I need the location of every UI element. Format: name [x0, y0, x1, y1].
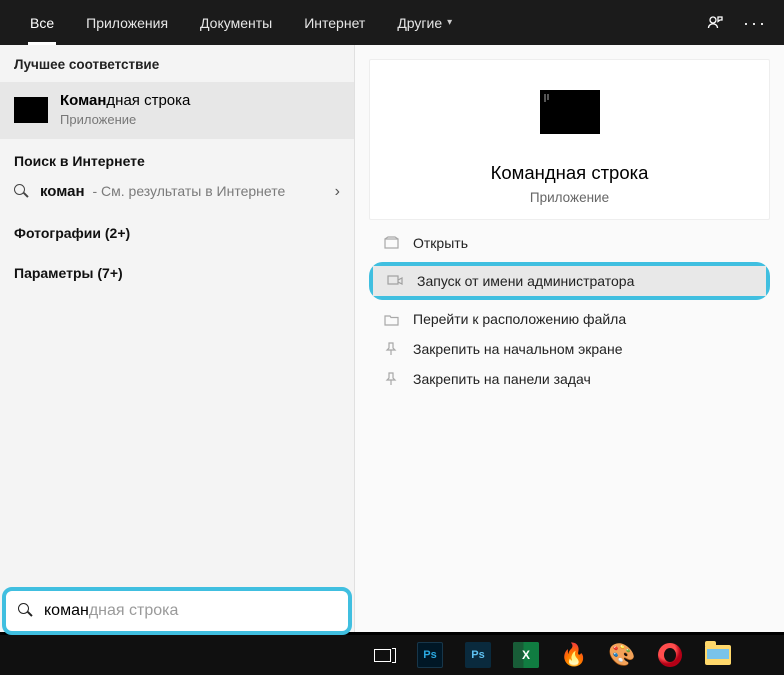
taskbar: Ps Ps X 🔥 🎨 — [0, 635, 784, 675]
search-icon — [14, 184, 30, 200]
action-run-admin[interactable]: Запуск от имени администратора — [373, 266, 766, 296]
best-match-subtitle: Приложение — [60, 112, 190, 129]
best-match-item[interactable]: Командная строка Приложение — [0, 82, 354, 139]
search-suggestion-text: дная строка — [89, 602, 179, 619]
params-header[interactable]: Параметры (7+) — [0, 251, 354, 291]
action-open[interactable]: Открыть — [369, 228, 770, 258]
search-input[interactable]: командная строка — [44, 602, 178, 620]
search-box-callout: командная строка — [2, 587, 352, 635]
taskbar-app-photoshop-1[interactable]: Ps — [406, 635, 454, 675]
pin-start-icon — [383, 341, 399, 357]
chevron-down-icon: ▾ — [447, 17, 452, 28]
internet-query: коман - См. результаты в Интернете — [40, 183, 285, 200]
preview-card: Командная строка Приложение — [369, 59, 770, 220]
more-icon[interactable]: ··· — [746, 14, 764, 32]
folder-icon — [383, 311, 399, 327]
tab-apps-label: Приложения — [86, 15, 168, 31]
photoshop-icon: Ps — [417, 642, 443, 668]
file-explorer-icon — [705, 645, 731, 665]
taskbar-app-burner[interactable]: 🔥 — [550, 635, 598, 675]
tab-all-label: Все — [30, 15, 54, 31]
feedback-icon[interactable] — [706, 14, 724, 32]
tab-apps[interactable]: Приложения — [70, 0, 184, 45]
cmd-large-icon — [540, 90, 600, 134]
taskbar-app-explorer[interactable] — [694, 635, 742, 675]
internet-header: Поиск в Интернете — [0, 139, 354, 179]
action-pin-taskbar[interactable]: Закрепить на панели задач — [369, 364, 770, 394]
tab-all[interactable]: Все — [14, 0, 70, 45]
details-right-pane: Командная строка Приложение Открыть Запу — [355, 45, 784, 632]
flame-icon: 🔥 — [560, 642, 587, 668]
taskbar-app-opera[interactable] — [646, 635, 694, 675]
run-as-admin-callout: Запуск от имени администратора — [369, 262, 770, 300]
task-view-icon — [374, 649, 391, 662]
search-topbar: Все Приложения Документы Интернет Другие… — [0, 0, 784, 45]
taskbar-app-photoshop-2[interactable]: Ps — [454, 635, 502, 675]
best-match-header: Лучшее соответствие — [0, 45, 354, 82]
tab-internet-label: Интернет — [304, 15, 365, 31]
preview-subtitle: Приложение — [386, 190, 753, 205]
action-run-admin-label: Запуск от имени администратора — [417, 273, 634, 289]
tab-other-label: Другие — [397, 15, 442, 31]
task-view-button[interactable] — [358, 635, 406, 675]
internet-search-row[interactable]: коман - См. результаты в Интернете › — [0, 179, 354, 211]
palette-icon: 🎨 — [608, 642, 635, 668]
results-left-pane: Лучшее соответствие Командная строка При… — [0, 45, 355, 632]
opera-icon — [658, 643, 682, 667]
pin-taskbar-icon — [383, 371, 399, 387]
photos-header[interactable]: Фотографии (2+) — [0, 211, 354, 251]
action-open-label: Открыть — [413, 235, 468, 251]
action-pin-start[interactable]: Закрепить на начальном экране — [369, 334, 770, 364]
preview-title: Командная строка — [386, 162, 753, 184]
best-match-title: Командная строка — [60, 92, 190, 110]
taskbar-app-excel[interactable]: X — [502, 635, 550, 675]
cmd-thumb-icon — [14, 97, 48, 123]
scope-tabs: Все Приложения Документы Интернет Другие… — [14, 0, 468, 45]
search-typed-text: коман — [44, 602, 89, 619]
tab-internet[interactable]: Интернет — [288, 0, 381, 45]
chevron-right-icon: › — [335, 183, 340, 201]
tab-documents-label: Документы — [200, 15, 272, 31]
tab-documents[interactable]: Документы — [184, 0, 288, 45]
action-open-location[interactable]: Перейти к расположению файла — [369, 304, 770, 334]
open-icon — [383, 235, 399, 251]
action-pin-start-label: Закрепить на начальном экране — [413, 341, 623, 357]
admin-icon — [387, 273, 403, 289]
actions-list: Открыть Запуск от имени администратора П… — [369, 228, 770, 394]
photoshop-icon: Ps — [465, 642, 491, 668]
excel-icon: X — [513, 642, 539, 668]
action-pin-taskbar-label: Закрепить на панели задач — [413, 371, 591, 387]
search-icon — [18, 603, 34, 619]
tab-other[interactable]: Другие ▾ — [381, 0, 468, 45]
action-open-location-label: Перейти к расположению файла — [413, 311, 626, 327]
taskbar-app-paint[interactable]: 🎨 — [598, 635, 646, 675]
